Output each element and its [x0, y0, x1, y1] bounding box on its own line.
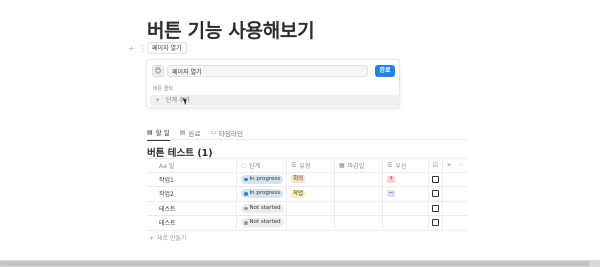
column-header-type[interactable]: ☰ 유형 [287, 159, 335, 172]
row-name: 작업1 [159, 176, 174, 184]
row-name-cell[interactable]: 테스트 [147, 201, 237, 215]
status-dot-icon [244, 177, 248, 181]
row-due-cell[interactable] [335, 216, 383, 230]
checkbox[interactable] [432, 175, 439, 183]
button-emoji-icon[interactable]: 😊 [152, 65, 164, 77]
row-name: 테스트 [159, 205, 176, 213]
table-icon: ▤ [147, 128, 153, 136]
row-status-cell[interactable]: Not started [237, 216, 287, 230]
row-spacer [443, 187, 455, 201]
tabs-divider [147, 139, 467, 140]
page-title: 버튼 기능 사용해보기 [147, 20, 315, 42]
status-badge: In progress [241, 174, 284, 184]
actions-label: 버튼 클릭 [153, 86, 173, 92]
row-spacer [443, 216, 455, 230]
new-row-button[interactable]: + 새로 만들기 [149, 233, 187, 242]
priority-tag: — [387, 190, 395, 198]
add-column-button[interactable]: + [443, 159, 455, 172]
status-dot-icon [244, 192, 248, 196]
table-row[interactable]: 테스트 Not started [147, 216, 467, 231]
priority-tag: ↑ [387, 175, 395, 183]
table-header-row: Aa 일 ◌ 단계 ☰ 유형 ▦ 마감일 ☰ 우선 ☑ + ··· [147, 158, 467, 173]
row-due-cell[interactable] [335, 172, 383, 186]
checkbox[interactable] [432, 219, 439, 227]
row-type-cell[interactable]: 회의 [287, 172, 335, 186]
row-due-cell[interactable] [335, 187, 383, 201]
row-spacer [455, 173, 467, 187]
row-type-cell[interactable] [287, 201, 335, 215]
done-button[interactable]: 완료 [375, 65, 395, 77]
type-tag: 회의 [291, 175, 306, 184]
plus-icon: + [446, 161, 452, 169]
plus-icon: + [149, 235, 155, 242]
more-icon: ··· [458, 161, 464, 169]
checkbox[interactable] [432, 190, 439, 198]
row-status-cell[interactable]: Not started [237, 201, 287, 215]
checkbox[interactable] [432, 204, 439, 212]
checkbox-icon: ☑ [432, 161, 439, 169]
row-spacer [443, 202, 455, 216]
status-dot-icon [244, 221, 248, 225]
row-status-cell[interactable]: In progress [237, 172, 287, 186]
column-header-due[interactable]: ▦ 마감일 [335, 159, 383, 172]
table-icon: ▤ [179, 129, 186, 136]
column-header-checkbox[interactable]: ☑ [429, 159, 443, 172]
tab-label: 타임라인 [219, 129, 243, 138]
row-status-cell[interactable]: In progress [237, 187, 287, 201]
page-open-button[interactable]: 페이지 열기 [147, 42, 187, 54]
database-title[interactable]: 버튼 테스트 (1) [147, 145, 213, 159]
row-checkbox-cell[interactable] [429, 187, 443, 201]
column-header-name[interactable]: Aa 일 [147, 159, 237, 172]
row-checkbox-cell[interactable] [429, 172, 443, 186]
column-header-priority[interactable]: ☰ 우선 [383, 159, 429, 172]
tab-label: 완료 [188, 129, 201, 138]
row-spacer [443, 173, 455, 187]
button-name-input[interactable] [167, 65, 368, 77]
column-header-status[interactable]: ◌ 단계 [237, 159, 287, 172]
row-spacer [455, 187, 467, 201]
status-badge: In progress [241, 189, 284, 199]
row-priority-cell[interactable]: ↑ [383, 172, 429, 186]
row-name: 작업2 [159, 191, 174, 199]
row-priority-cell[interactable] [383, 216, 429, 230]
row-priority-cell[interactable]: — [383, 187, 429, 201]
row-name-cell[interactable]: 작업2 [147, 187, 237, 201]
row-name: 테스트 [159, 220, 176, 228]
database-table: Aa 일 ◌ 단계 ☰ 유형 ▦ 마감일 ☰ 우선 ☑ + ··· 작업1 In prog… [147, 158, 467, 231]
plus-icon: + [155, 97, 161, 104]
row-due-cell[interactable] [335, 201, 383, 215]
calendar-icon: ▦ [339, 161, 345, 169]
row-name-cell[interactable]: 작업1 [147, 172, 237, 186]
tab-label: 할 일 [155, 129, 170, 137]
table-row[interactable]: 작업1 In progress 회의 ↑ [147, 172, 467, 187]
table-row[interactable]: 작업2 In progress 작업 — [147, 187, 467, 202]
status-badge: Not started [241, 218, 284, 228]
status-icon: ◌ [241, 161, 247, 169]
row-type-cell[interactable] [287, 216, 335, 230]
status-dot-icon [244, 206, 248, 210]
row-type-cell[interactable]: 작업 [287, 187, 335, 201]
scrollbar-thumb[interactable] [0, 261, 590, 266]
list-icon: ☰ [387, 161, 393, 169]
timeline-icon: ▭ [210, 129, 217, 136]
row-spacer [455, 216, 467, 230]
list-icon: ☰ [291, 161, 297, 169]
type-tag: 작업 [291, 189, 306, 198]
row-checkbox-cell[interactable] [429, 201, 443, 215]
add-block-icon[interactable]: + [128, 44, 135, 53]
more-options-button[interactable]: ··· [455, 159, 467, 172]
status-badge: Not started [241, 203, 284, 213]
row-name-cell[interactable]: 테스트 [147, 216, 237, 230]
row-spacer [455, 202, 467, 216]
table-row[interactable]: 테스트 Not started [147, 201, 467, 216]
row-checkbox-cell[interactable] [429, 216, 443, 230]
row-priority-cell[interactable] [383, 201, 429, 215]
